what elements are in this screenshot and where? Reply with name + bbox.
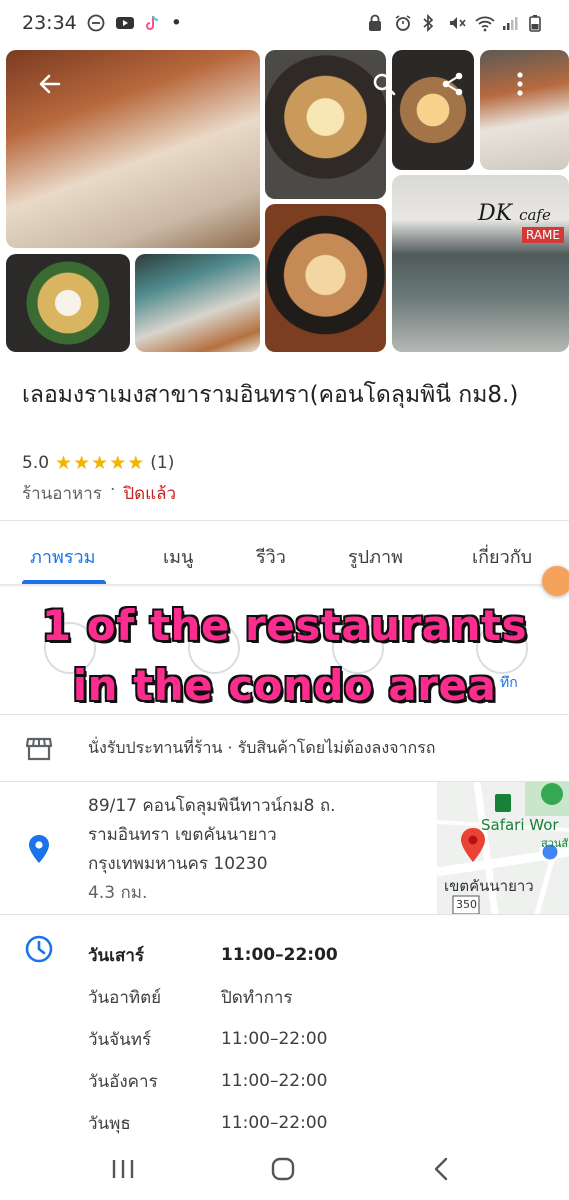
mute-icon [448,14,466,32]
star-icon: ★ [73,452,91,474]
map-poi-label: Safari Wor [481,816,559,834]
hours-row: วันอังคาร 11:00–22:00 [88,1060,548,1102]
wifi-icon [475,14,495,32]
hours-row-today: วันเสาร์ 11:00–22:00 [88,934,548,976]
clock: 23:34 [22,12,77,34]
map-district-label: เขตคันนายาว [444,877,534,895]
map-road-number: 350 [456,898,477,911]
separator: · [109,480,116,500]
hours-time: ปิดทำการ [221,987,293,1008]
open-status: ปิดแล้ว [123,484,177,504]
share-button[interactable] [435,66,471,102]
photo-ramen-noodles[interactable] [6,254,130,352]
tab-about[interactable]: เกี่ยวกับ [472,542,532,571]
star-icon: ★ [55,452,73,474]
star-icon: ★ [127,452,145,474]
hours-time: 11:00–22:00 [221,1071,328,1091]
back-button[interactable] [32,66,68,102]
youtube-icon [115,14,134,32]
do-not-disturb-icon [87,14,105,32]
storefront-icon [25,737,53,761]
rating-row[interactable]: 5.0 ★ ★ ★ ★ ★ (1) [22,452,174,474]
hours-time: 11:00–22:00 [221,1029,328,1049]
location-pin-icon [29,835,49,863]
photo-ramen-chashu[interactable] [265,204,386,352]
address-line-3: กรุงเทพมหานคร 10230 [88,854,268,874]
tab-overview[interactable]: ภาพรวม [30,542,95,571]
address-block[interactable]: 89/17 คอนโดลุมพินีทาวน์กม8 ถ. รามอินทรา … [88,792,428,908]
place-category: ร้านอาหาร [22,484,102,504]
floating-badge-icon[interactable] [542,566,569,596]
hours-row: วันอาทิตย์ ปิดทำการ [88,976,548,1018]
divider [0,914,569,915]
more-options-button[interactable] [502,66,538,102]
hours-day: วันจันทร์ [88,1029,152,1050]
rating-value: 5.0 [22,453,50,473]
opening-hours[interactable]: วันเสาร์ 11:00–22:00 วันอาทิตย์ ปิดทำการ… [88,934,548,1144]
hours-day: วันอังคาร [88,1071,158,1092]
hours-row: วันจันทร์ 11:00–22:00 [88,1018,548,1060]
tab-bar: ภาพรวม เมนู รีวิว รูปภาพ เกี่ยวกับ [0,532,569,584]
notification-dot: • [170,12,182,34]
battery-icon [529,14,547,32]
search-button[interactable] [366,66,402,102]
distance: 4.3 กม. [88,883,148,903]
bluetooth-icon [421,13,439,33]
alarm-icon [394,14,412,32]
status-bar: 23:34 • [0,0,569,46]
address-line-1: 89/17 คอนโดลุมพินีทาวน์กม8 ถ. [88,796,336,816]
photo-dining-area[interactable] [135,254,260,352]
hours-day: วันอาทิตย์ [88,987,162,1008]
service-options-row[interactable]: นั่งรับประทานที่ร้าน · รับสินค้าโดยไม่ต้… [0,716,569,780]
map-thumbnail[interactable]: Safari Wor สวนสั เขตคันนายาว 350 [437,782,569,914]
place-title: เลอมงราเมงสาขารามอินทรา(คอนโดลุมพินี กม8… [22,382,519,408]
caption-line-2: in the condo area [72,661,497,710]
storefront-banner: RAME [522,227,564,243]
hours-time: 11:00–22:00 [221,945,338,965]
clock-icon [25,935,53,963]
caption-line-1: 1 of the restaurants [41,601,528,650]
more-vert-icon [517,72,523,96]
divider [0,520,569,521]
review-count[interactable]: (1) [150,453,174,473]
hours-day: วันพุธ [88,1113,131,1134]
tiktok-icon [143,14,161,32]
star-icon: ★ [109,452,127,474]
category-row: ร้านอาหาร · ปิดแล้ว [22,480,176,507]
service-options-text: นั่งรับประทานที่ร้าน · รับสินค้าโดยไม่ต้… [88,737,436,757]
signal-icon [502,14,520,32]
hours-time: 11:00–22:00 [221,1113,328,1133]
tab-shadow [0,584,569,588]
back-nav-icon[interactable] [432,1156,450,1182]
search-icon [373,73,396,96]
photo-gallery[interactable]: DK cafe RAME [0,46,569,358]
share-icon [442,72,463,96]
tab-reviews[interactable]: รีวิว [256,542,286,571]
lock-icon [367,14,385,32]
hours-day: วันเสาร์ [88,945,145,966]
star-rating: ★ ★ ★ ★ ★ [55,452,144,474]
arrow-left-icon [39,74,61,94]
map-partial-label: สวนสั [541,837,569,850]
tab-photos[interactable]: รูปภาพ [348,542,403,571]
address-line-2: รามอินทรา เขตคันนายาว [88,825,277,845]
system-nav-bar [0,1138,569,1200]
overlay-caption: 1 of the restaurants in the condo area [0,596,569,716]
star-icon: ★ [91,452,109,474]
home-icon[interactable] [270,1156,296,1182]
recent-apps-icon[interactable] [110,1158,136,1180]
divider [0,714,569,715]
photo-storefront[interactable]: DK cafe RAME [392,175,569,352]
tab-menu[interactable]: เมนู [163,542,193,571]
storefront-sign: DK cafe [478,201,551,226]
